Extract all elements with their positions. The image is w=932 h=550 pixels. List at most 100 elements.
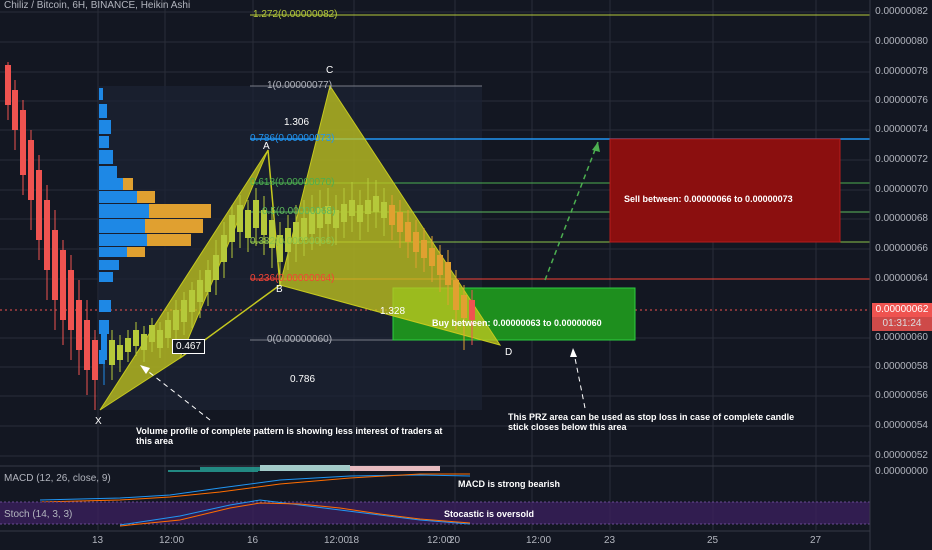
current-price-label: 0.00000062 <box>872 303 932 317</box>
candle-body <box>365 200 371 214</box>
candle-body <box>125 338 131 352</box>
candle-body <box>237 205 243 232</box>
sell-zone[interactable] <box>609 138 841 243</box>
price-axis-label: 0.00000052 <box>875 450 928 461</box>
candle-body <box>173 310 179 330</box>
candle-body <box>221 235 227 262</box>
candle-body <box>213 255 219 280</box>
price-axis-label: 0.00000068 <box>875 213 928 224</box>
price-axis-label: 0.00000076 <box>875 95 928 106</box>
price-axis-label: 0.00000056 <box>875 390 928 401</box>
price-axis-label: 0.00000070 <box>875 184 928 195</box>
candle-body <box>36 170 42 240</box>
macd-note: MACD is strong bearish <box>458 479 561 489</box>
chart-title: Chiliz / Bitcoin, 6H, BINANCE, Heikin As… <box>4 0 191 11</box>
candle-body <box>373 196 379 212</box>
fib-label-0618: 0.618(0.00000070) <box>250 177 335 188</box>
candle-body <box>445 262 451 285</box>
fib-label-0382: 0.382(0.00000066) <box>250 236 335 247</box>
point-b-label: B <box>276 284 283 295</box>
candle-body <box>341 204 347 222</box>
macd-zero-label: 0.00000000 <box>875 466 928 477</box>
price-axis-label: 0.00000058 <box>875 361 928 372</box>
point-a-label: A <box>263 141 270 152</box>
time-axis-label: 23 <box>604 535 616 546</box>
time-axis-label: 16 <box>247 535 259 546</box>
time-axis-label: 13 <box>92 535 104 546</box>
stoch-indicator-label[interactable]: Stoch (14, 3, 3) <box>4 509 72 520</box>
candle-body <box>205 270 211 292</box>
candle-body <box>357 205 363 222</box>
candle-body <box>413 232 419 252</box>
candle-body <box>84 320 90 370</box>
candle-body <box>197 280 203 302</box>
ratio-ab: 0.467 <box>172 339 206 354</box>
candle-body <box>60 250 66 320</box>
price-axis-label: 0.00000078 <box>875 66 928 77</box>
fib-label-0: 0(0.00000060) <box>267 334 333 345</box>
ratio-xd: 0.786 <box>290 374 316 385</box>
macd-indicator-label[interactable]: MACD (12, 26, close, 9) <box>4 473 111 484</box>
stoch-note: Stocastic is oversold <box>444 509 535 519</box>
buy-zone-label: Buy between: 0.00000063 to 0.00000060 <box>432 318 602 328</box>
candle-body <box>109 340 115 365</box>
candle-body <box>101 330 107 360</box>
sell-zone-label: Sell between: 0.00000066 to 0.00000073 <box>624 194 793 204</box>
candle-body <box>389 205 395 225</box>
candle-body <box>189 290 195 312</box>
candle-body <box>133 330 139 346</box>
candle-body <box>181 300 187 322</box>
price-axis-label: 0.00000072 <box>875 154 928 165</box>
candle-body <box>429 248 435 266</box>
prz-note: This PRZ area can be used as stop loss i… <box>508 412 795 432</box>
candle-body <box>165 320 171 338</box>
point-d-label: D <box>505 347 513 358</box>
candle-body <box>229 215 235 242</box>
candle-countdown: 01:31:24 <box>872 317 932 331</box>
candle-body <box>437 255 443 275</box>
price-axis-label: 0.00000066 <box>875 243 928 254</box>
price-axis-label: 0.00000064 <box>875 273 928 284</box>
candle-body <box>253 200 259 228</box>
price-axis-label: 0.00000060 <box>875 332 928 343</box>
point-x-label: X <box>95 416 102 427</box>
candle-body <box>68 270 74 330</box>
fib-label-1: 1(0.00000077) <box>267 80 333 91</box>
ratio-cd: 1.328 <box>380 306 406 317</box>
time-axis-label: 27 <box>810 535 822 546</box>
candle-body <box>5 65 11 105</box>
candle-body <box>117 345 123 360</box>
candle-body <box>421 240 427 258</box>
time-axis-label: 12:00 <box>324 535 350 546</box>
candle-body <box>381 202 387 218</box>
candle-body <box>12 90 18 130</box>
candle-body <box>76 300 82 350</box>
price-axis-label: 0.00000082 <box>875 6 928 17</box>
ratio-bc: 1.306 <box>284 117 310 128</box>
candle-body <box>52 230 58 300</box>
price-axis-label: 0.00000080 <box>875 36 928 47</box>
candle-body <box>28 140 34 200</box>
time-axis-label: 12:00 <box>159 535 185 546</box>
candle-body <box>44 200 50 270</box>
point-c-label: C <box>326 65 334 76</box>
candle-body <box>141 334 147 350</box>
candle-body <box>349 200 355 216</box>
fib-label-05: 0.5(0.00000068) <box>262 206 336 217</box>
candle-body <box>461 295 467 318</box>
candle-body <box>405 222 411 242</box>
time-axis-label: 12:00 <box>526 535 552 546</box>
stoch-pane[interactable] <box>0 499 870 527</box>
volume-note: Volume profile of complete pattern is sh… <box>136 426 443 446</box>
candle-body <box>245 210 251 238</box>
price-axis-label: 0.00000074 <box>875 124 928 135</box>
time-axis-label: 20 <box>449 535 461 546</box>
price-axis-label: 0.00000054 <box>875 420 928 431</box>
trading-chart[interactable] <box>0 0 932 550</box>
fib-label-0236: 0.236(0.00000064) <box>250 273 335 284</box>
candle-body <box>149 325 155 342</box>
candle-body <box>20 110 26 175</box>
candle-body <box>453 280 459 310</box>
fib-label-1272: 1.272(0.00000082) <box>253 9 338 20</box>
candle-body <box>469 300 475 320</box>
